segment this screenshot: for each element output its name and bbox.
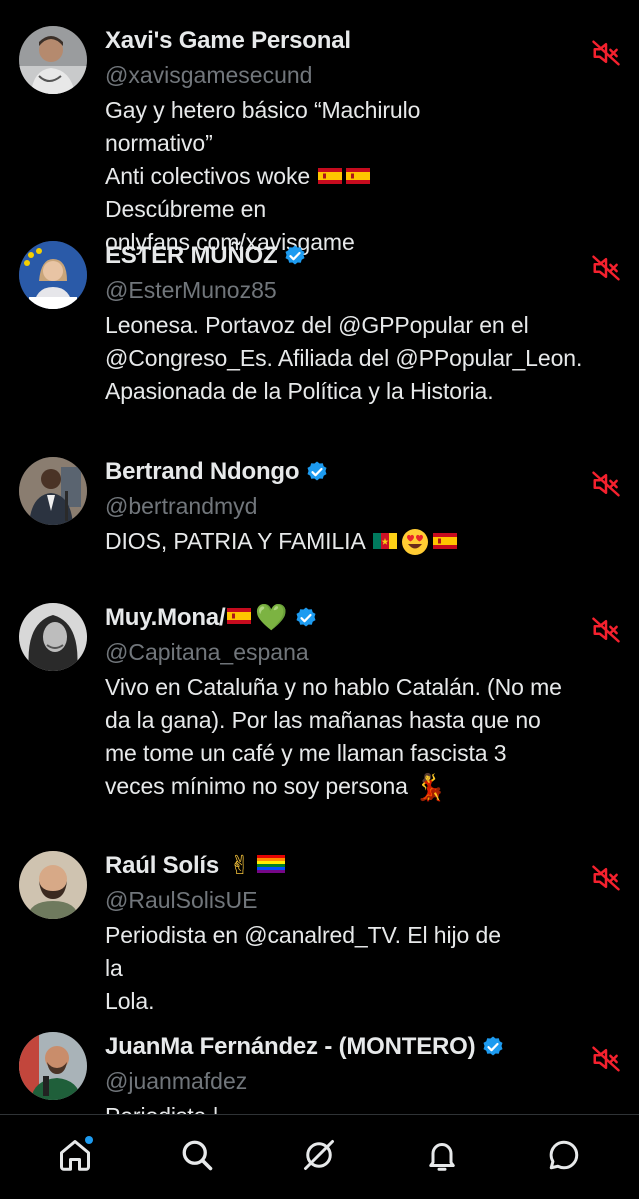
speaker-muted-icon (592, 617, 620, 643)
account-row[interactable]: Muy.Mona/ 💚 @Capitana_espana Vivo en Cat… (0, 601, 639, 803)
verified-badge-icon (307, 461, 327, 481)
speaker-muted-icon (592, 865, 620, 891)
unmute-button[interactable] (589, 861, 623, 895)
rainbow-flag-icon (256, 855, 285, 873)
avatar[interactable] (19, 241, 87, 309)
dancer-icon: 💃 (414, 772, 447, 803)
speaker-muted-icon (592, 255, 620, 281)
nav-search-button[interactable] (167, 1125, 227, 1185)
display-name[interactable]: Bertrand Ndongo (105, 458, 300, 486)
green-heart-icon: 💚 (255, 603, 288, 633)
woman-bw-avatar (19, 603, 87, 671)
smiling-face-with-heart-eyes-icon (401, 528, 429, 556)
display-name[interactable]: ESTER MUÑOZ (105, 242, 278, 270)
account-row[interactable]: JuanMa Fernández - (MONTERO) @juanmafdez… (0, 1030, 579, 1114)
nav-home-button[interactable] (45, 1125, 105, 1185)
avatar[interactable] (19, 851, 87, 919)
avatar[interactable] (19, 603, 87, 671)
bell-icon (428, 1143, 455, 1171)
unmute-button[interactable] (589, 36, 623, 70)
grok-icon (304, 1140, 335, 1170)
handle[interactable]: @bertrandmyd (105, 490, 519, 522)
search-icon (182, 1140, 213, 1171)
verified-badge-icon (285, 245, 305, 265)
bio: Vivo en Cataluña y no hablo Catalán. (No… (105, 671, 639, 803)
avatar[interactable] (19, 1032, 87, 1100)
avatar[interactable] (19, 457, 87, 525)
verified-badge-icon (296, 607, 316, 627)
man-microphone-avatar (19, 1032, 87, 1100)
account-row[interactable]: ESTER MUÑOZ @EsterMunoz85 Leonesa. Porta… (0, 239, 639, 408)
display-name[interactable]: JuanMa Fernández - (MONTERO) (105, 1033, 476, 1061)
bio-text: Gay y hetero básico “Machirulo normativo… (105, 97, 421, 189)
man-suit-avatar (19, 457, 87, 525)
nav-grok-button[interactable] (289, 1125, 349, 1185)
man-portrait-avatar (19, 26, 87, 94)
chat-icon (549, 1140, 579, 1170)
unmute-button[interactable] (589, 251, 623, 285)
handle[interactable]: @RaulSolisUE (105, 884, 519, 916)
flag-es-icon (318, 167, 343, 184)
bearded-man-avatar (19, 851, 87, 919)
speaker-muted-icon (592, 1046, 620, 1072)
avatar[interactable] (19, 26, 87, 94)
bio: DIOS, PATRIA Y FAMILIA (105, 525, 519, 558)
bio: Periodista | (105, 1100, 519, 1114)
handle[interactable]: @Capitana_espana (105, 636, 639, 668)
bio-text: Vivo en Cataluña y no hablo Catalán. (No… (105, 674, 562, 799)
bottom-navigation-bar (0, 1114, 639, 1199)
speaker-muted-icon (592, 40, 620, 66)
verified-badge-icon (483, 1036, 503, 1056)
flag-cm-icon (372, 532, 397, 549)
display-name[interactable]: Raúl Solís (105, 852, 219, 880)
speaker-muted-icon (592, 471, 620, 497)
bio: Leonesa. Portavoz del @GPPopular en el @… (105, 312, 583, 404)
handle[interactable]: @juanmafdez (105, 1065, 519, 1097)
unmute-button[interactable] (589, 613, 623, 647)
display-name[interactable]: Xavi's Game Personal (105, 27, 351, 55)
bio: Periodista en @canalred_TV. El hijo de l… (105, 922, 501, 1014)
unmute-button[interactable] (589, 1042, 623, 1076)
unmute-button[interactable] (589, 467, 623, 501)
account-row[interactable]: Bertrand Ndongo @bertrandmyd DIOS, PATRI… (0, 455, 579, 558)
bio-text: DIOS, PATRIA Y FAMILIA (105, 528, 365, 554)
woman-portrait-avatar (19, 241, 87, 309)
nav-notifications-button[interactable] (412, 1125, 472, 1185)
handle[interactable]: @EsterMunoz85 (105, 274, 639, 306)
display-name[interactable]: Muy.Mona/ (105, 604, 226, 632)
victory-hand-icon: ✌ (229, 851, 251, 881)
bio: Gay y hetero básico “Machirulo normativo… (105, 94, 519, 259)
muted-accounts-list: Xavi's Game Personal @xavisgamesecund Ga… (0, 0, 639, 1114)
nav-messages-button[interactable] (534, 1125, 594, 1185)
flag-es-icon (432, 532, 457, 549)
flag-es-icon (346, 167, 371, 184)
flag-es-icon (227, 608, 252, 624)
account-row[interactable]: Raúl Solís ✌ @RaulSolisUE Periodista en … (0, 849, 579, 1018)
account-row[interactable]: Xavi's Game Personal @xavisgamesecund Ga… (0, 24, 579, 259)
handle[interactable]: @xavisgamesecund (105, 59, 519, 91)
